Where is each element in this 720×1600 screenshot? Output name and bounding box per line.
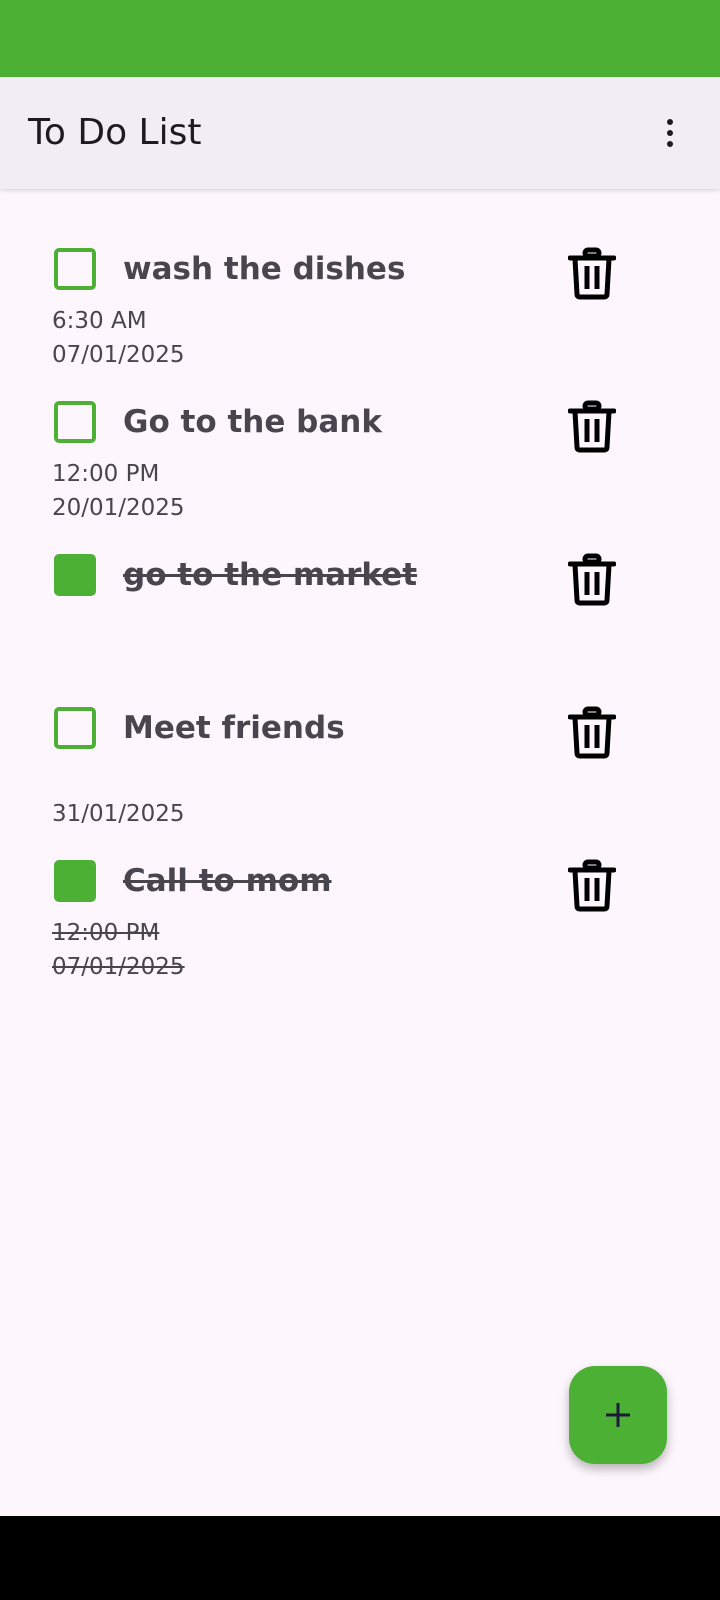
app-bar: To Do List xyxy=(0,77,720,189)
todo-title: Call to mom xyxy=(123,863,332,899)
todo-title: Go to the bank xyxy=(123,404,382,440)
trash-icon[interactable] xyxy=(568,705,616,759)
todo-checkbox[interactable] xyxy=(54,248,96,290)
todo-item: go to the market xyxy=(0,496,720,652)
plus-icon xyxy=(606,1403,630,1427)
status-bar xyxy=(0,0,720,77)
more-vert-icon-dot xyxy=(667,141,673,147)
todo-item: wash the dishes 6:30 AM 07/01/2025 xyxy=(0,190,720,368)
more-vert-icon xyxy=(667,119,673,125)
todo-title: wash the dishes xyxy=(123,251,406,287)
trash-icon[interactable] xyxy=(568,399,616,453)
todo-item: Meet friends 31/01/2025 xyxy=(0,649,720,827)
add-todo-button[interactable] xyxy=(569,1366,667,1464)
more-options-button[interactable] xyxy=(658,113,682,153)
todo-item: Go to the bank 12:00 PM 20/01/2025 xyxy=(0,343,720,521)
page-title: To Do List xyxy=(28,112,202,153)
todo-item: Call to mom 12:00 PM 07/01/2025 xyxy=(0,802,720,980)
todo-checkbox[interactable] xyxy=(54,860,96,902)
todo-checkbox[interactable] xyxy=(54,554,96,596)
todo-checkbox[interactable] xyxy=(54,707,96,749)
todo-date: 07/01/2025 xyxy=(52,954,185,980)
todo-time: 12:00 PM xyxy=(52,461,160,487)
todo-checkbox[interactable] xyxy=(54,401,96,443)
system-navigation-bar xyxy=(0,1516,720,1600)
todo-title: go to the market xyxy=(123,557,418,593)
more-vert-icon-dot xyxy=(667,130,673,136)
todo-time: 6:30 AM xyxy=(52,308,147,334)
trash-icon[interactable] xyxy=(568,552,616,606)
todo-time: 12:00 PM xyxy=(52,920,160,946)
trash-icon[interactable] xyxy=(568,246,616,300)
trash-icon[interactable] xyxy=(568,858,616,912)
todo-title: Meet friends xyxy=(123,710,345,746)
